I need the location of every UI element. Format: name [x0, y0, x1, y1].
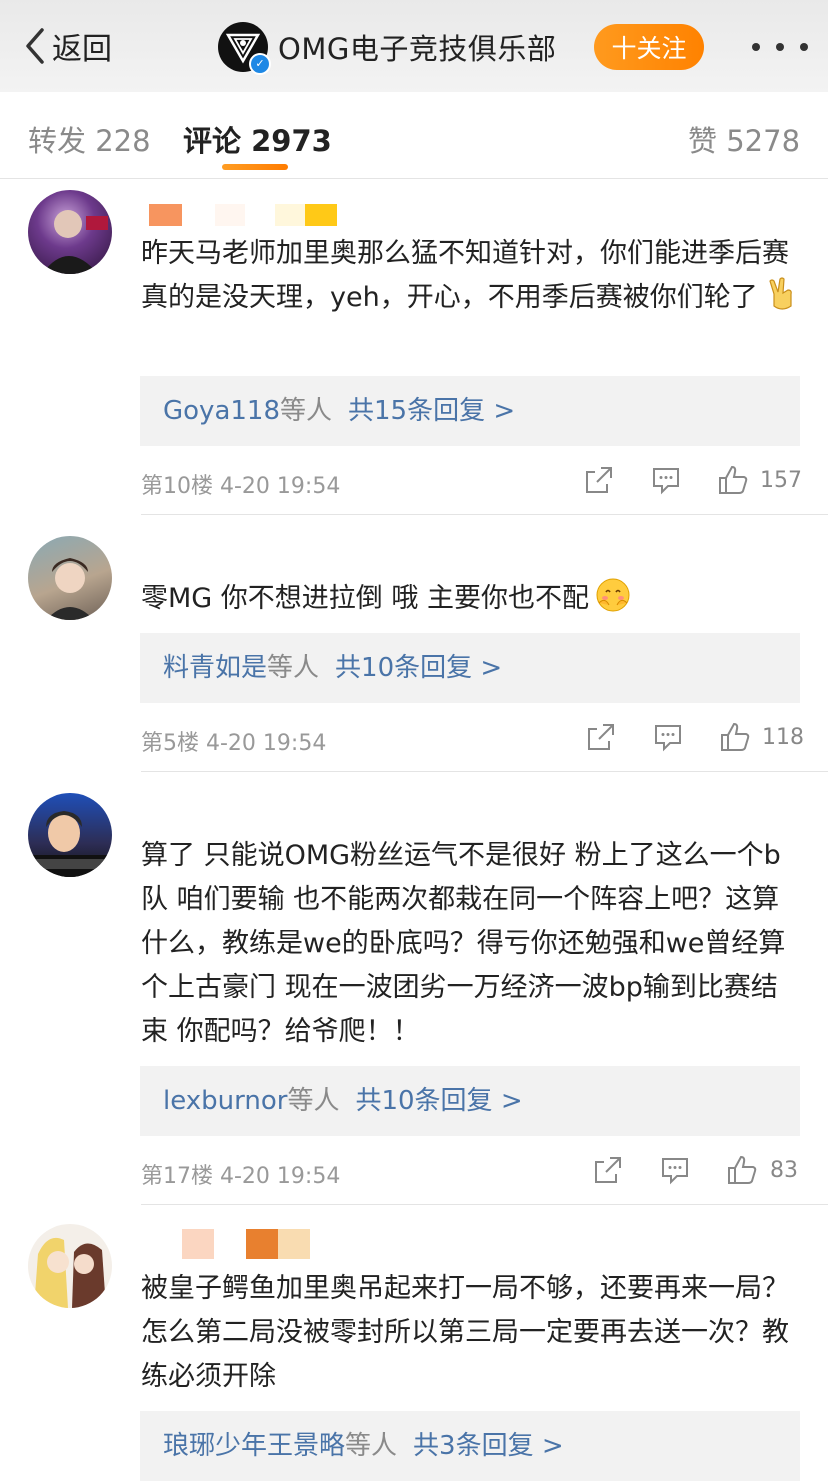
reply-preview[interactable]: lexburnor等人 共10条回复 >	[140, 1066, 800, 1136]
username-mosaic	[182, 1229, 310, 1259]
like-count: 83	[770, 1158, 798, 1183]
comment-icon[interactable]	[659, 1154, 691, 1186]
back-label: 返回	[52, 32, 112, 67]
blushing-hands-emoji-icon	[596, 578, 630, 612]
club-avatar[interactable]: ✓	[218, 22, 271, 75]
comment-text: 昨天马老师加里奥那么猛不知道针对，你们能进季后赛真的是没天理，yeh，开心，不用…	[141, 232, 801, 320]
commenter-avatar[interactable]	[28, 190, 112, 274]
reply-count-link[interactable]: 共10条回复 >	[355, 1086, 522, 1116]
follow-button[interactable]: 十关注	[594, 24, 704, 70]
comment-icon[interactable]	[652, 721, 684, 753]
avatar-image	[46, 558, 94, 620]
victory-hand-emoji-icon	[769, 277, 792, 310]
like-icon[interactable]	[726, 1154, 758, 1186]
comment-floor-time: 第17楼 4-20 19:54	[141, 1164, 341, 1189]
like-icon[interactable]	[719, 721, 751, 753]
reply-others: 等人	[287, 1086, 340, 1116]
chevron-left-icon	[26, 28, 44, 64]
commenter-avatar[interactable]	[28, 793, 112, 877]
reply-others: 等人	[280, 396, 333, 426]
reply-names[interactable]: Goya118	[163, 396, 280, 426]
comment-text: 算了 只能说OMG粉丝运气不是很好 粉上了这么一个b队 咱们要输 也不能两次都栽…	[141, 840, 786, 1047]
comment-meta: 第10楼 4-20 19:54 157	[141, 462, 802, 502]
comment-meta: 第17楼 4-20 19:54 83	[141, 1152, 801, 1192]
commenter-avatar[interactable]	[28, 1224, 112, 1308]
account-header[interactable]: ✓ OMG电子竞技俱乐部	[218, 22, 557, 75]
divider	[141, 771, 828, 772]
comment-icon[interactable]	[650, 464, 682, 496]
more-icon[interactable]	[752, 30, 808, 64]
reply-others: 等人	[345, 1431, 398, 1461]
account-name: OMG电子竞技俱乐部	[278, 32, 557, 66]
back-button[interactable]: 返回	[22, 24, 112, 68]
share-icon[interactable]	[585, 721, 617, 753]
top-navigation-bar: 返回 ✓ OMG电子竞技俱乐部 十关注	[0, 0, 828, 92]
comment-text: 零MG 你不想进拉倒 哦 主要你也不配	[141, 577, 801, 621]
reply-others: 等人	[267, 653, 320, 683]
tab-repost[interactable]: 转发 228	[28, 118, 151, 160]
commenter-avatar[interactable]	[28, 536, 112, 620]
divider	[141, 1204, 828, 1205]
avatar-image	[28, 811, 112, 877]
reply-count-link[interactable]: 共3条回复 >	[413, 1431, 564, 1461]
tab-bar: 转发 228 评论 2973 赞 5278	[0, 92, 828, 179]
reply-names[interactable]: 料青如是	[163, 653, 267, 683]
comment-text: 被皇子鳄鱼加里奥吊起来打一局不够，还要再来一局？怎么第二局没被零封所以第三局一定…	[141, 1273, 789, 1392]
reply-preview[interactable]: 琅琊少年王景略等人 共3条回复 >	[140, 1411, 800, 1481]
reply-names[interactable]: 琅琊少年王景略	[163, 1431, 345, 1461]
comment-floor-time: 第5楼 4-20 19:54	[141, 731, 327, 756]
tab-likes[interactable]: 赞 5278	[688, 118, 800, 160]
share-icon[interactable]	[583, 464, 615, 496]
share-icon[interactable]	[592, 1154, 624, 1186]
active-tab-indicator	[222, 164, 288, 170]
comment-floor-time: 第10楼 4-20 19:54	[141, 474, 341, 499]
avatar-image	[34, 1237, 106, 1308]
divider	[141, 514, 828, 515]
reply-count-link[interactable]: 共15条回复 >	[348, 396, 515, 426]
username-mosaic	[149, 204, 337, 226]
reply-preview[interactable]: 料青如是等人 共10条回复 >	[140, 633, 800, 703]
tab-comments[interactable]: 评论 2973	[183, 118, 332, 160]
like-count: 118	[762, 725, 804, 750]
reply-names[interactable]: lexburnor	[163, 1086, 287, 1116]
comment-meta: 第5楼 4-20 19:54 118	[141, 719, 804, 759]
like-icon[interactable]	[717, 464, 749, 496]
verified-badge-icon: ✓	[249, 53, 271, 75]
reply-count-link[interactable]: 共10条回复 >	[335, 653, 502, 683]
avatar-image	[42, 210, 108, 274]
like-count: 157	[760, 468, 802, 493]
reply-preview[interactable]: Goya118等人 共15条回复 >	[140, 376, 800, 446]
